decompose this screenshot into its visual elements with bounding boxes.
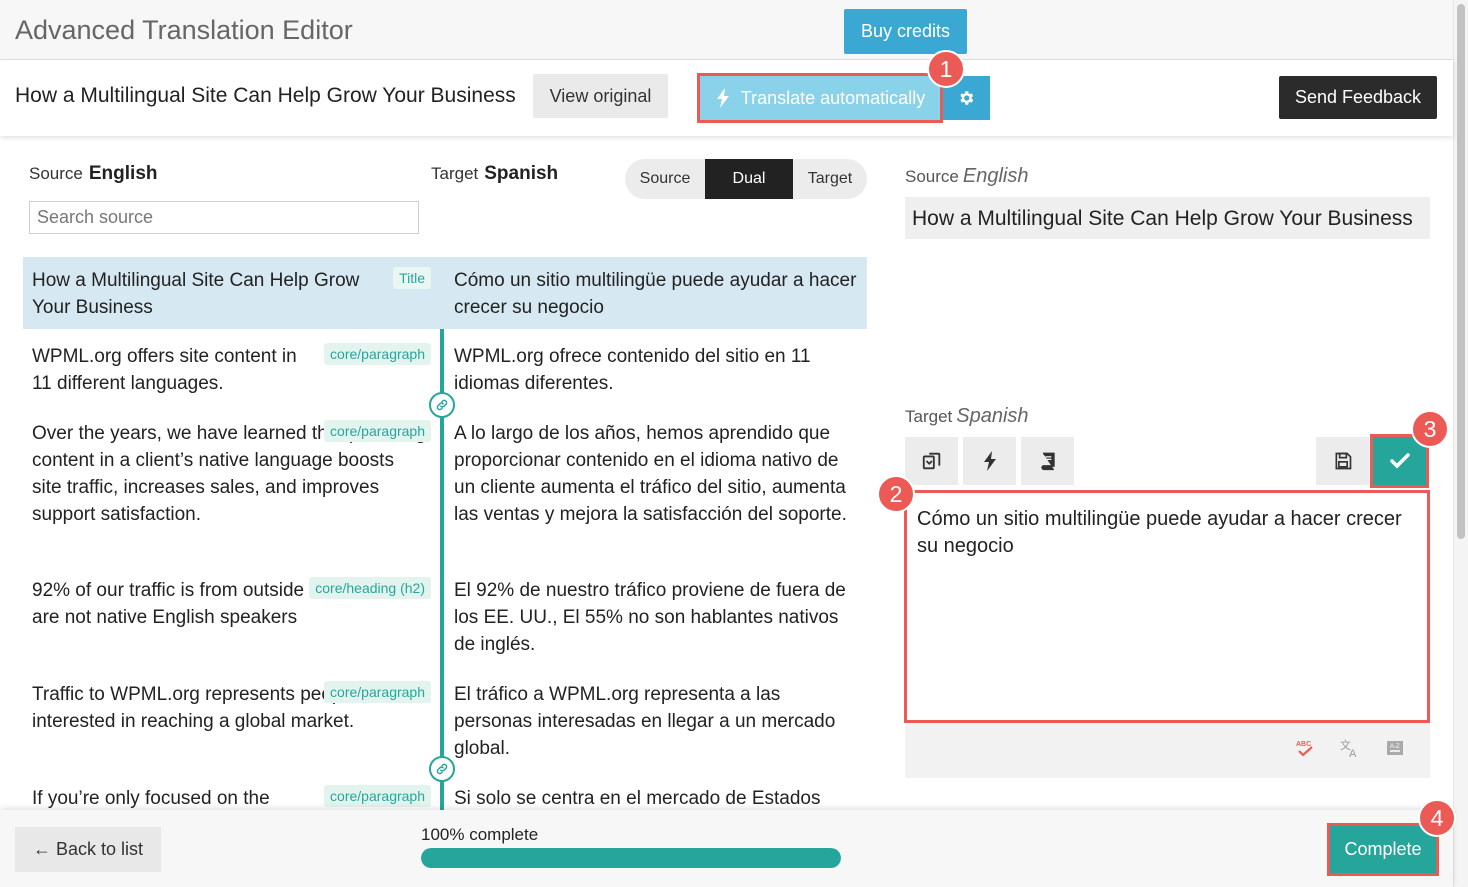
machine-translate-button[interactable]: [963, 437, 1016, 485]
lightning-icon: [716, 88, 729, 108]
detail-target-language: Spanish: [956, 405, 1029, 427]
segment-target: A lo largo de los años, hemos aprendido …: [454, 423, 847, 525]
detail-source-label-text: Source: [905, 167, 959, 186]
source-language: English: [88, 163, 158, 184]
view-mode-source[interactable]: Source: [625, 159, 705, 199]
translate-automatically-button[interactable]: Translate automatically: [700, 76, 940, 120]
view-mode-target[interactable]: Target: [793, 159, 867, 199]
save-icon: [1335, 452, 1351, 470]
gear-icon: [960, 91, 974, 105]
copy-source-button[interactable]: [905, 437, 958, 485]
segment-target: Cómo un sitio multilingüe puede ayudar a…: [454, 270, 857, 318]
segment-source: How a Multilingual Site Can Help Grow Yo…: [32, 270, 360, 318]
segment-target: El tráfico a WPML.org representa a las p…: [454, 684, 836, 759]
segment-target: WPML.org ofrece contenido del sitio en 1…: [454, 346, 811, 394]
segment-target: El 92% de nuestro tráfico proviene de fu…: [454, 580, 846, 655]
complete-button[interactable]: Complete: [1330, 826, 1436, 873]
callout-badge-1: 1: [927, 50, 965, 88]
callout-badge-2: 2: [877, 475, 915, 513]
source-label-text: Source: [29, 164, 83, 183]
segment-tag: core/paragraph: [324, 681, 431, 703]
segment-row[interactable]: 92% of our traffic is from outside the U…: [23, 567, 867, 667]
segment-tag: Title: [393, 267, 431, 289]
callout-badge-3: 3: [1411, 410, 1449, 448]
progress-fill: [421, 848, 841, 868]
link-icon[interactable]: [429, 756, 455, 782]
segment-tag: core/paragraph: [324, 343, 431, 365]
segment-list: How a Multilingual Site Can Help Grow Yo…: [23, 257, 867, 810]
view-mode-dual[interactable]: Dual: [705, 159, 793, 199]
link-icon[interactable]: [429, 392, 455, 418]
segment-row[interactable]: How a Multilingual Site Can Help Grow Yo…: [23, 257, 867, 329]
scrollbar-thumb[interactable]: [1457, 4, 1465, 539]
progress-label: 100% complete: [421, 825, 539, 844]
detail-target-label-text: Target: [905, 407, 953, 426]
buy-credits-button[interactable]: Buy credits: [844, 9, 967, 54]
segment-row[interactable]: Traffic to WPML.org represents people in…: [23, 671, 867, 761]
svg-text:A-Z: A-Z: [1390, 744, 1400, 750]
callout-badge-4: 4: [1418, 799, 1456, 837]
segment-tag: core/heading (h2): [309, 577, 431, 599]
target-language: Spanish: [484, 163, 559, 184]
app-title: Advanced Translation Editor: [15, 15, 353, 45]
svg-text:A: A: [1349, 748, 1357, 758]
source-language-label: Source English: [29, 163, 158, 185]
view-original-button[interactable]: View original: [533, 74, 668, 118]
segment-source: WPML.org offers site content in 11 diffe…: [32, 346, 297, 394]
link-glyph: [436, 399, 448, 411]
translate-icon[interactable]: 文A: [1340, 738, 1360, 758]
lightning-icon: [983, 451, 996, 471]
send-feedback-button[interactable]: Send Feedback: [1279, 76, 1437, 119]
segment-row[interactable]: Over the years, we have learned that pro…: [23, 410, 867, 560]
detail-source-label: Source English: [905, 165, 1028, 188]
link-glyph: [436, 763, 448, 775]
spellcheck-icon[interactable]: ABC: [1295, 738, 1315, 758]
checkmark-icon: [1389, 453, 1410, 469]
progress-bar: [421, 848, 841, 868]
glossary-button[interactable]: [1021, 437, 1074, 485]
document-title: How a Multilingual Site Can Help Grow Yo…: [15, 84, 516, 107]
translation-editor[interactable]: Cómo un sitio multilingüe puede ayudar a…: [907, 493, 1427, 720]
translate-automatically-label: Translate automatically: [740, 87, 926, 108]
bottom-bar: ← Back to list 100% complete Complete: [0, 810, 1453, 887]
editor-footer: ABC 文A A-Z: [905, 723, 1430, 778]
back-to-list-button[interactable]: ← Back to list: [15, 827, 161, 872]
view-mode-toggle: Source Dual Target: [625, 159, 867, 199]
segment-target: Si solo se centra en el mercado de Estad…: [454, 788, 821, 809]
title-bar: Advanced Translation Editor Buy credits: [0, 0, 1453, 60]
book-icon: [1040, 452, 1055, 471]
target-label-text: Target: [431, 164, 479, 183]
dictionary-icon[interactable]: A-Z: [1385, 738, 1405, 758]
target-language-label: Target Spanish: [431, 163, 558, 185]
segment-tag: core/paragraph: [324, 785, 431, 807]
save-button[interactable]: [1316, 437, 1369, 485]
detail-target-label: Target Spanish: [905, 405, 1029, 428]
detail-source-text: How a Multilingual Site Can Help Grow Yo…: [905, 197, 1430, 239]
copy-icon: [922, 452, 940, 470]
segment-tag: core/paragraph: [324, 420, 431, 442]
search-source-input[interactable]: [29, 201, 419, 234]
editor-header: How a Multilingual Site Can Help Grow Yo…: [0, 60, 1453, 136]
detail-source-language: English: [962, 165, 1029, 187]
page-scrollbar[interactable]: [1453, 0, 1468, 887]
svg-text:ABC: ABC: [1296, 741, 1311, 748]
